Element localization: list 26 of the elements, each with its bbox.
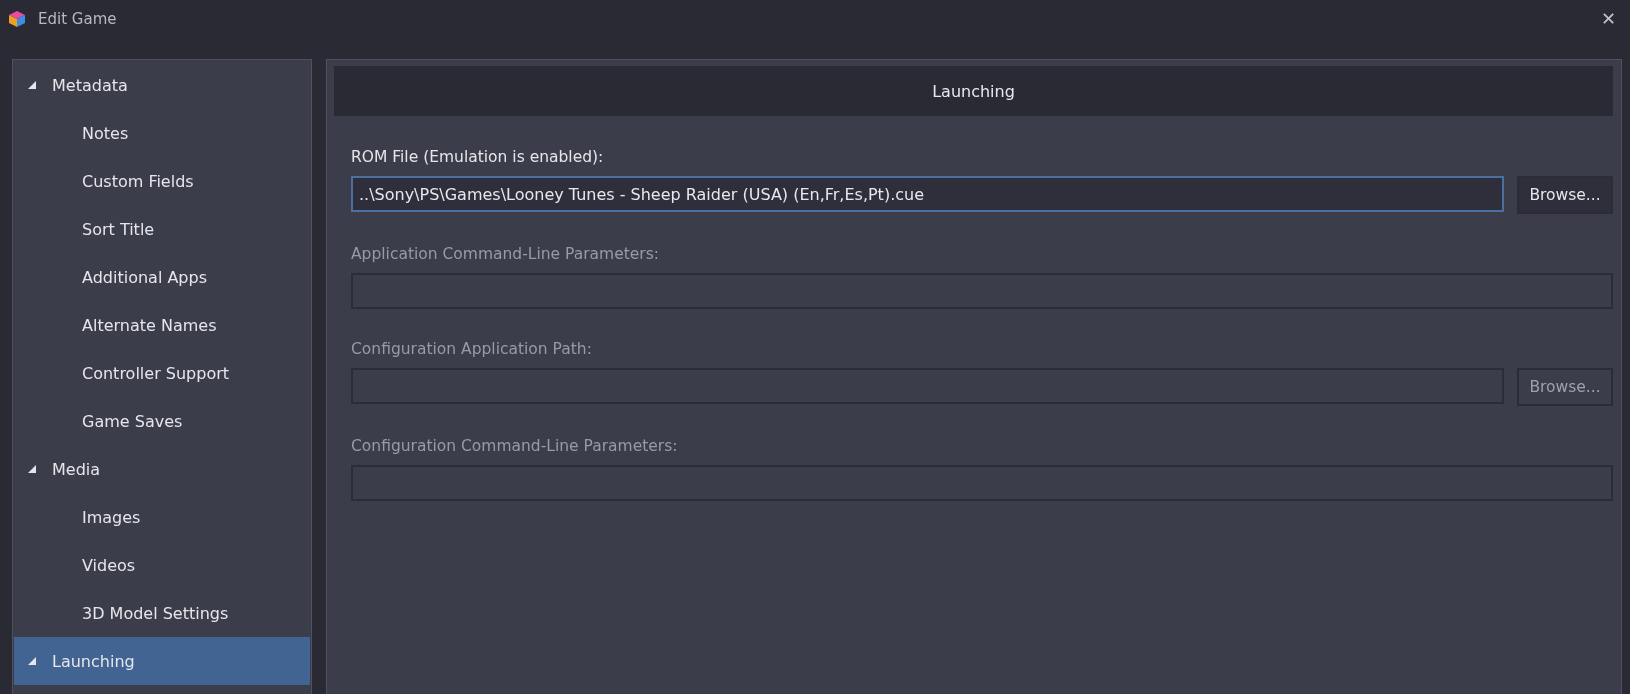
tree-item[interactable]: Notes: [14, 109, 310, 157]
browse-button[interactable]: Browse...: [1517, 176, 1613, 214]
field-label: Configuration Application Path:: [351, 340, 593, 358]
section-header: Launching: [334, 66, 1613, 116]
field-label: Configuration Command-Line Parameters:: [351, 437, 679, 455]
field-label: ROM File (Emulation is enabled):: [351, 148, 605, 166]
tree-item[interactable]: Launching: [14, 637, 310, 685]
tree-item[interactable]: Controller Support: [14, 349, 310, 397]
field-label: Application Command-Line Parameters:: [351, 245, 660, 263]
tree-item[interactable]: Additional Apps: [14, 253, 310, 301]
tree-item[interactable]: Videos: [14, 541, 310, 589]
input-field[interactable]: ..\Sony\PS\Games\Looney Tunes - Sheep Raider (USA) (En,Fr,Es,Pt).cue: [351, 176, 1504, 212]
tree-item[interactable]: Custom Fields: [14, 157, 310, 205]
expand-arrow-icon[interactable]: [28, 81, 36, 89]
tree-item[interactable]: Media: [14, 445, 310, 493]
tree-item[interactable]: Sort Title: [14, 205, 310, 253]
close-button[interactable]: ✕: [1595, 8, 1622, 30]
expand-arrow-icon[interactable]: [28, 657, 36, 665]
tree-item[interactable]: Metadata: [14, 61, 310, 109]
tree-item[interactable]: Game Saves: [14, 397, 310, 445]
cube-logo-icon: [8, 10, 26, 28]
tree-item[interactable]: 3D Model Settings: [14, 589, 310, 637]
expand-arrow-icon[interactable]: [28, 465, 36, 473]
window-title: Edit Game: [38, 10, 118, 28]
tree-item[interactable]: Alternate Names: [14, 301, 310, 349]
tree-item[interactable]: Images: [14, 493, 310, 541]
